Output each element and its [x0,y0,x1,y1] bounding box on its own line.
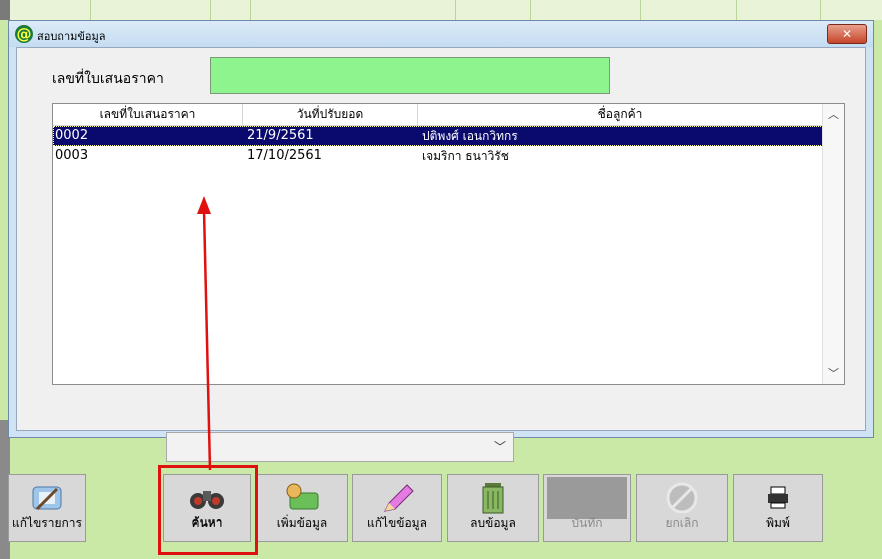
arrow-shaft [202,209,212,471]
annotation-arrow [197,196,212,471]
arrow-head [197,196,211,214]
